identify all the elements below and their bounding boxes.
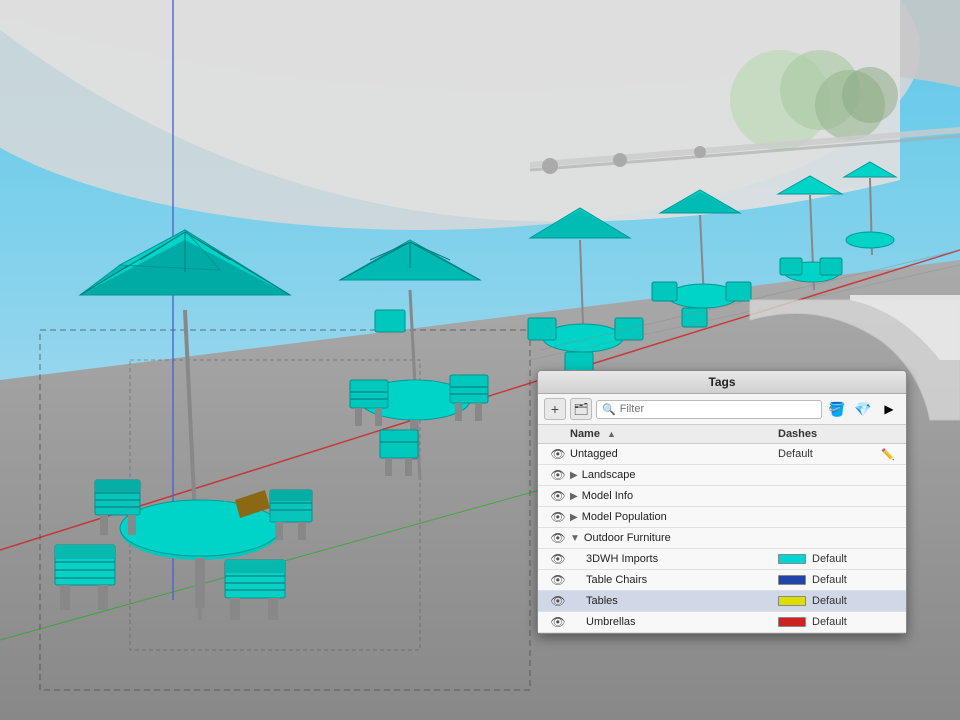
table-header: Name ▲ Dashes: [538, 425, 906, 444]
dash-label-tables: Default: [812, 595, 847, 607]
tag-row-3dwh-imports[interactable]: 👁3DWH Imports Default: [538, 549, 906, 570]
paint-icon: 🪣: [828, 401, 845, 418]
dash-label-untagged: Default: [778, 448, 813, 460]
tag-row-tables[interactable]: 👁Tables Default: [538, 591, 906, 612]
tag-row-table-chairs[interactable]: 👁Table Chairs Default: [538, 570, 906, 591]
visibility-eye-landscape[interactable]: 👁: [546, 468, 570, 482]
tag-rows-container: 👁UntaggedDefault✏️👁▶Landscape👁▶Model Inf…: [538, 444, 906, 633]
visibility-eye-model-info[interactable]: 👁: [546, 489, 570, 503]
row-name-table-chairs: Table Chairs: [570, 574, 778, 586]
row-name-untagged: Untagged: [570, 448, 778, 460]
viewport: Tags + 🗂 🔍 🪣 💎 ▶: [0, 0, 960, 720]
expand-icon-model-population[interactable]: ▶: [570, 512, 578, 523]
visibility-eye-untagged[interactable]: 👁: [546, 447, 570, 461]
row-dashes-table-chairs: Default: [778, 574, 878, 586]
dash-label-3dwh-imports: Default: [812, 553, 847, 565]
visibility-eye-tables[interactable]: 👁: [546, 594, 570, 608]
row-name-model-info: ▶Model Info: [570, 490, 778, 502]
col-dashes-header: Dashes: [778, 428, 878, 440]
visibility-eye-umbrellas[interactable]: 👁: [546, 615, 570, 629]
tag-row-outdoor-furniture[interactable]: 👁▼Outdoor Furniture: [538, 528, 906, 549]
dash-swatch-3dwh-imports[interactable]: [778, 554, 806, 564]
tag-row-landscape[interactable]: 👁▶Landscape: [538, 465, 906, 486]
expand-icon-landscape[interactable]: ▶: [570, 470, 578, 481]
expand-icon-model-info[interactable]: ▶: [570, 491, 578, 502]
tag-row-untagged[interactable]: 👁UntaggedDefault ✏️: [538, 444, 906, 465]
dash-swatch-table-chairs[interactable]: [778, 575, 806, 585]
col-name-header[interactable]: Name ▲: [570, 428, 778, 440]
row-dashes-umbrellas: Default: [778, 616, 878, 628]
tag-row-umbrellas[interactable]: 👁Umbrellas Default: [538, 612, 906, 633]
dash-label-umbrellas: Default: [812, 616, 847, 628]
visibility-eye-3dwh-imports[interactable]: 👁: [546, 552, 570, 566]
panel-toolbar: + 🗂 🔍 🪣 💎 ▶: [538, 394, 906, 425]
folder-button[interactable]: 🗂: [570, 398, 592, 420]
tags-panel: Tags + 🗂 🔍 🪣 💎 ▶: [537, 370, 907, 634]
row-name-model-population: ▶Model Population: [570, 511, 778, 523]
paint-button[interactable]: 🪣: [826, 398, 848, 420]
row-name-umbrellas: Umbrellas: [570, 616, 778, 628]
arrow-button[interactable]: ▶: [878, 398, 900, 420]
search-input[interactable]: [620, 403, 816, 415]
folder-icon: 🗂: [573, 402, 588, 416]
name-col-label: Name: [570, 428, 600, 440]
search-box: 🔍: [596, 400, 822, 419]
row-name-3dwh-imports: 3DWH Imports: [570, 553, 778, 565]
visibility-eye-table-chairs[interactable]: 👁: [546, 573, 570, 587]
expand-icon-outdoor-furniture[interactable]: ▼: [570, 533, 580, 544]
row-name-landscape: ▶Landscape: [570, 469, 778, 481]
visibility-eye-model-population[interactable]: 👁: [546, 510, 570, 524]
panel-titlebar: Tags: [538, 371, 906, 394]
search-icon: 🔍: [602, 403, 616, 416]
row-edit-untagged[interactable]: ✏️: [878, 448, 898, 461]
color-button[interactable]: 💎: [852, 398, 874, 420]
sort-arrow-icon: ▲: [607, 429, 616, 439]
row-name-outdoor-furniture: ▼Outdoor Furniture: [570, 532, 778, 544]
dash-swatch-umbrellas[interactable]: [778, 617, 806, 627]
row-dashes-3dwh-imports: Default: [778, 553, 878, 565]
dash-swatch-tables[interactable]: [778, 596, 806, 606]
dash-label-table-chairs: Default: [812, 574, 847, 586]
tag-row-model-info[interactable]: 👁▶Model Info: [538, 486, 906, 507]
color-icon: 💎: [854, 401, 871, 418]
add-tag-button[interactable]: +: [544, 398, 566, 420]
panel-title: Tags: [708, 375, 735, 389]
row-dashes-untagged: Default: [778, 448, 878, 460]
tag-row-model-population[interactable]: 👁▶Model Population: [538, 507, 906, 528]
visibility-eye-outdoor-furniture[interactable]: 👁: [546, 531, 570, 545]
arrow-right-icon: ▶: [884, 402, 893, 416]
row-dashes-tables: Default: [778, 595, 878, 607]
row-name-tables: Tables: [570, 595, 778, 607]
